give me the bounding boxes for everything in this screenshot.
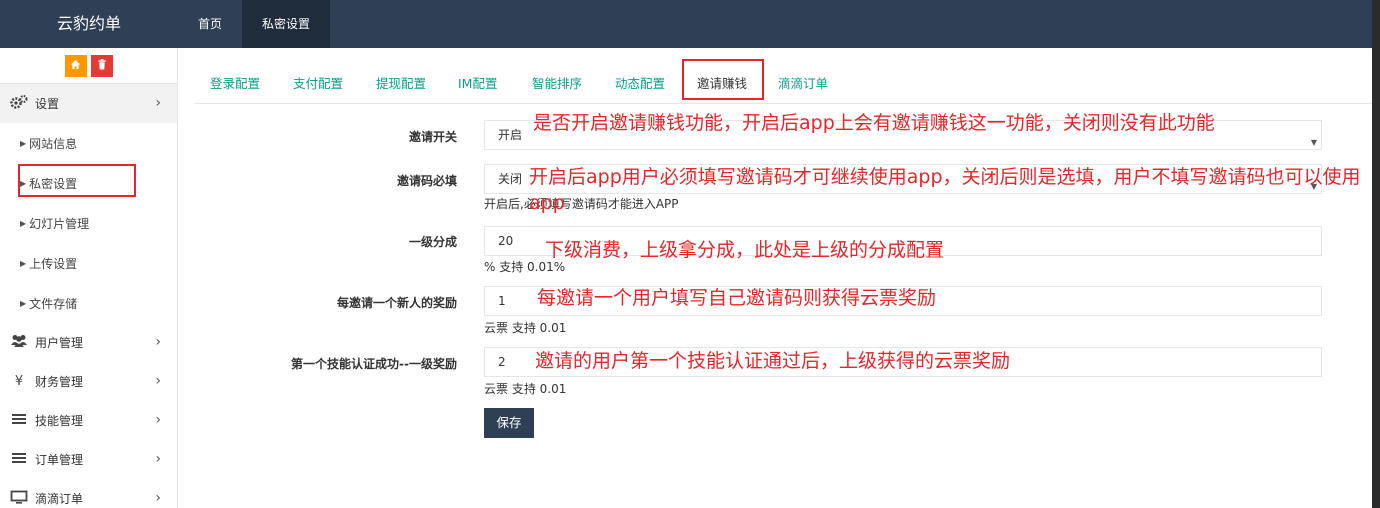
sidebar-item-label: 幻灯片管理	[29, 216, 90, 231]
annotation-invite-switch: 是否开启邀请赚钱功能，开启后app上会有邀请赚钱这一功能，关闭则没有此功能	[533, 112, 1215, 134]
sidebar-menu-didi-orders[interactable]: 滴滴订单 ›	[0, 479, 177, 508]
list-icon	[9, 452, 29, 468]
highlight-private-settings	[18, 164, 136, 197]
new-user-reward-hint: 云票 支持 0.01	[484, 321, 567, 335]
window-edge	[1372, 0, 1380, 508]
sidebar-menu-label: 财务管理	[35, 375, 84, 389]
chevron-right-icon: ›	[155, 451, 161, 467]
tab-didi-orders[interactable]: 滴滴订单	[778, 64, 828, 104]
trash-icon	[97, 58, 107, 73]
tab-smart-sort[interactable]: 智能排序	[532, 64, 582, 104]
top-bar: 云豹约单 首页 私密设置	[0, 0, 1372, 48]
skill-cert-reward-value: 2	[498, 355, 506, 369]
annotation-new-user-reward: 每邀请一个用户填写自己邀请码则获得云票奖励	[537, 287, 937, 309]
sidebar-menu-label: 设置	[35, 97, 60, 111]
chevron-right-icon: ›	[155, 412, 161, 428]
sidebar-menu-label: 滴滴订单	[35, 492, 84, 506]
sidebar-item-slides[interactable]: ▶ 幻灯片管理	[0, 203, 177, 243]
sidebar-menu-orders[interactable]: 订单管理 ›	[0, 440, 177, 479]
list-icon	[9, 413, 29, 429]
caret-right-icon: ▶	[20, 298, 27, 308]
chevron-right-icon: ›	[155, 95, 161, 111]
annotation-skill-cert-reward: 邀请的用户第一个技能认证通过后，上级获得的云票奖励	[535, 350, 1011, 372]
annotation-level1-share: 下级消费，上级拿分成，此处是上级的分成配置	[545, 239, 945, 261]
settings-tabs: 登录配置 支付配置 提现配置 IM配置 智能排序 动态配置 邀请赚钱 滴滴订单	[195, 64, 1372, 104]
app-title[interactable]: 云豹约单	[0, 0, 178, 48]
users-icon	[9, 334, 29, 351]
caret-right-icon: ▶	[20, 218, 27, 228]
annotation-invite-code: 开启后app用户必须填写邀请码才可继续使用app，关闭后则是选填，用户不填写邀请…	[529, 166, 1361, 214]
sidebar-item-label: 文件存储	[29, 296, 78, 311]
sidebar-menu-settings[interactable]: 设置 ›	[0, 84, 177, 123]
sidebar-menu-label: 用户管理	[35, 336, 84, 350]
new-user-reward-value: 1	[498, 294, 506, 308]
sidebar-tools	[0, 48, 177, 84]
sidebar-item-upload-settings[interactable]: ▶ 上传设置	[0, 243, 177, 283]
chevron-right-icon: ›	[155, 373, 161, 389]
caret-right-icon: ▶	[20, 138, 27, 148]
level1-share-label: 一级分成	[408, 235, 457, 249]
sidebar-item-label: 网站信息	[29, 136, 78, 151]
sidebar-menu-users[interactable]: 用户管理 ›	[0, 323, 177, 362]
tab-payment-config[interactable]: 支付配置	[293, 64, 343, 104]
sidebar: 设置 › ▶ 网站信息 ▶ 私密设置 ▶ 幻灯片管理 ▶ 上传设置 ▶ 文件存储…	[0, 48, 178, 508]
invite-switch-label: 邀请开关	[408, 130, 457, 144]
top-nav-home[interactable]: 首页	[178, 0, 242, 48]
sidebar-item-file-storage[interactable]: ▶ 文件存储	[0, 283, 177, 323]
highlight-invite-tab	[682, 59, 764, 100]
skill-cert-reward-hint: 云票 支持 0.01	[484, 382, 567, 396]
sidebar-item-label: 上传设置	[29, 256, 78, 271]
level1-share-value: 20	[498, 234, 514, 248]
chevron-right-icon: ›	[155, 490, 161, 506]
sidebar-menu-label: 订单管理	[35, 453, 84, 467]
invite-code-required-value: 关闭	[498, 172, 523, 186]
home-icon	[70, 59, 81, 73]
save-button[interactable]: 保存	[484, 408, 534, 438]
top-nav: 首页 私密设置	[178, 0, 331, 48]
chevron-right-icon: ›	[155, 334, 161, 350]
home-button[interactable]	[64, 54, 87, 77]
sidebar-menu-label: 技能管理	[35, 414, 84, 428]
monitor-icon	[9, 490, 29, 508]
tab-im-config[interactable]: IM配置	[458, 64, 497, 104]
skill-cert-reward-label: 第一个技能认证成功--一级奖励	[291, 357, 457, 371]
invite-switch-value: 开启	[498, 128, 523, 142]
tab-login-config[interactable]: 登录配置	[210, 64, 260, 104]
sidebar-menu-skills[interactable]: 技能管理 ›	[0, 401, 177, 440]
delete-button[interactable]	[90, 54, 113, 77]
invite-code-required-label: 邀请码必填	[396, 174, 457, 188]
tab-dynamic-config[interactable]: 动态配置	[615, 64, 665, 104]
sidebar-item-site-info[interactable]: ▶ 网站信息	[0, 123, 177, 163]
new-user-reward-label: 每邀请一个新人的奖励	[336, 296, 457, 310]
sidebar-menu-finance[interactable]: ¥ 财务管理 ›	[0, 362, 177, 401]
tab-withdraw-config[interactable]: 提现配置	[376, 64, 426, 104]
top-nav-private-settings[interactable]: 私密设置	[242, 0, 331, 48]
gears-icon	[9, 94, 29, 113]
yen-icon: ¥	[14, 374, 24, 389]
caret-right-icon: ▶	[20, 258, 27, 268]
